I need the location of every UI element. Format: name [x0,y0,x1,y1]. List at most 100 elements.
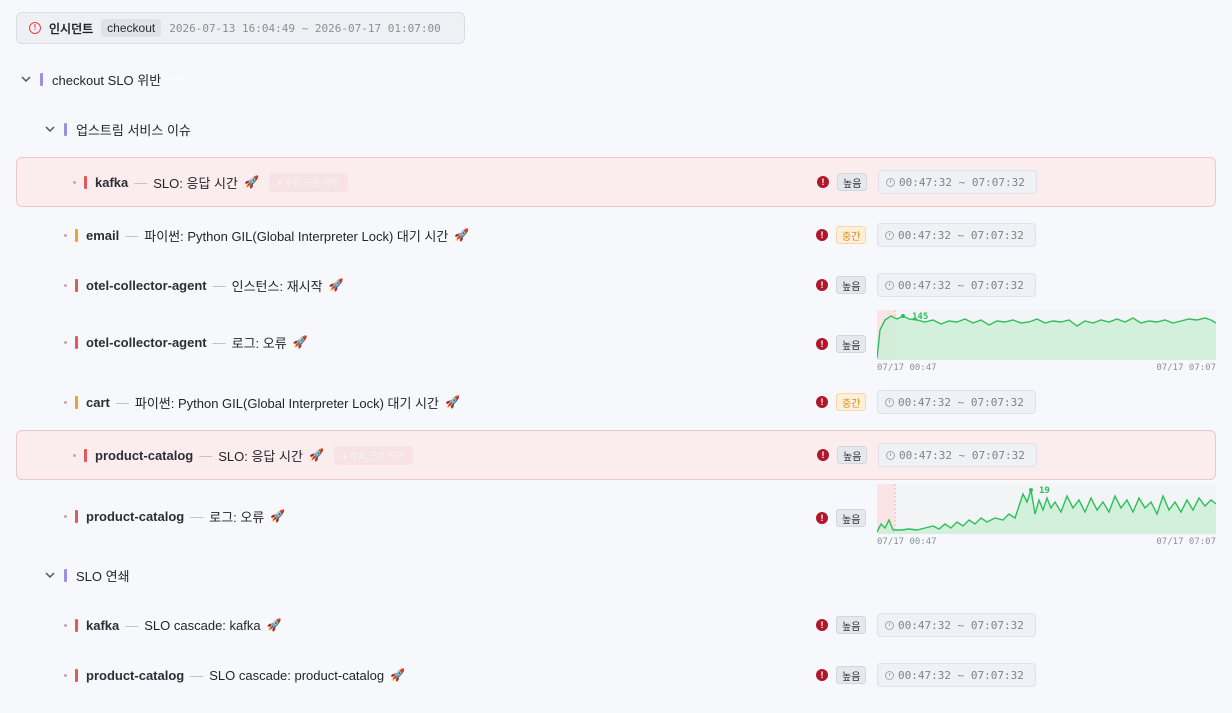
incident-row[interactable]: otel-collector-agent — 인스턴스: 재시작 🚀 ! 높음 … [16,261,1216,309]
signal-description: 파이썬: Python GIL(Global Interpreter Lock)… [144,228,449,244]
clock-icon [885,230,894,240]
incident-header: ! 인시던트 checkout 2026-07-13 16:04:49 ~ 20… [16,12,465,44]
incident-row[interactable]: product-catalog — SLO: 응답 시간 🚀 ● 주요 근본 원… [16,430,1216,480]
time-range-chip[interactable]: 00:47:32 ~ 07:07:32 [877,223,1036,247]
time-range: 00:47:32 ~ 07:07:32 [899,448,1025,462]
clock-icon [885,620,894,630]
group-slo-cascade[interactable]: SLO 연쇄 [44,563,130,587]
row-dot [64,340,67,344]
incident-row[interactable]: kafka — SLO: 응답 시간 🚀 ● 주요 근본 원인 ! 높음 00:… [16,157,1216,207]
severity-alert-icon: ! [816,279,828,291]
incident-title: 인시던트 [49,21,94,36]
time-range-chip[interactable]: 00:47:32 ~ 07:07:32 [877,390,1036,414]
rocket-icon[interactable]: 🚀 [390,668,405,682]
rocket-icon[interactable]: 🚀 [293,335,308,349]
severity-alert-icon: ! [816,229,828,241]
sparkline-peak-point [901,314,905,318]
status-bar [84,448,87,462]
incident-row[interactable]: product-catalog — SLO cascade: product-c… [16,651,1216,699]
service-name[interactable]: kafka [86,618,119,633]
row-dot [73,180,76,184]
signal-description: SLO: 응답 시간 [153,175,238,191]
signal-description: 파이썬: Python GIL(Global Interpreter Lock)… [134,395,439,411]
severity-badge: 중간 [836,393,867,411]
separator: — [115,394,129,410]
sparkline-svg: 145 [877,310,1216,360]
time-range: 00:47:32 ~ 07:07:32 [898,395,1024,409]
row-dot [64,283,67,287]
service-tag[interactable]: checkout [101,19,162,37]
service-name[interactable]: kafka [95,175,128,190]
service-name[interactable]: product-catalog [86,668,184,683]
rocket-icon[interactable]: 🚀 [454,228,469,242]
time-range-chip[interactable]: 00:47:32 ~ 07:07:32 [877,663,1036,687]
rocket-icon[interactable]: 🚀 [270,509,285,523]
severity-alert-icon: ! [817,449,829,461]
severity-alert-icon: ! [816,669,828,681]
status-bar [75,668,78,682]
separator: — [212,334,226,350]
status-bar [84,175,87,189]
incident-row[interactable]: cart — 파이썬: Python GIL(Global Interprete… [16,378,1216,426]
severity-alert-icon: ! [816,338,828,350]
rocket-icon[interactable]: 🚀 [309,448,324,462]
separator: — [212,277,226,293]
service-name[interactable]: otel-collector-agent [86,335,207,350]
incident-row[interactable]: kafka — SLO cascade: kafka 🚀 ! 높음 00:47:… [16,601,1216,649]
service-name[interactable]: product-catalog [95,448,193,463]
service-name[interactable]: cart [86,395,110,410]
service-name[interactable]: product-catalog [86,509,184,524]
signal-description: 로그: 오류 [231,335,287,351]
time-range-chip[interactable]: 00:47:32 ~ 07:07:32 [877,613,1036,637]
status-bar [75,278,78,292]
signal-description: SLO: 응답 시간 [218,448,303,464]
time-range: 00:47:32 ~ 07:07:32 [898,668,1024,682]
group-title: 업스트림 서비스 이슈 [76,122,191,138]
sparkline-peak-label: 19 [1039,486,1050,496]
service-name[interactable]: email [86,228,119,243]
sparkline-peak-label: 145 [912,312,928,322]
service-name[interactable]: otel-collector-agent [86,278,207,293]
alert-circle-icon: ! [29,22,41,34]
rocket-icon[interactable]: 🚀 [267,618,282,632]
chevron-down-icon[interactable] [20,73,32,85]
severity-badge: 높음 [836,666,867,684]
root-cause-badge: ● 주요 근본 원인 [333,445,413,465]
rocket-icon[interactable]: 🚀 [329,278,344,292]
severity-alert-icon: ! [816,512,828,524]
incident-row[interactable]: email — 파이썬: Python GIL(Global Interpret… [16,211,1216,259]
incident-row[interactable]: otel-collector-agent — 로그: 오류 🚀 ! 높음 145… [16,308,1216,376]
time-range-chip[interactable]: 00:47:32 ~ 07:07:32 [877,273,1036,297]
sparkline-axis: 07/17 00:47 07/17 07:07 [877,537,1216,547]
separator: — [125,227,139,243]
group-title: checkout SLO 위반 [52,72,162,88]
severity-badge: 높음 [837,173,868,191]
severity-alert-icon: ! [817,176,829,188]
axis-end-label: 07/17 07:07 [1156,363,1216,373]
sparkline-svg: 19 [877,484,1216,534]
sparkline-chart[interactable]: 19 07/17 00:47 07/17 07:07 [877,484,1216,547]
severity-badge: 높음 [836,276,867,294]
group-checkout-slo[interactable]: checkout SLO 위반 [20,67,184,91]
group-marker [40,72,43,86]
rocket-icon[interactable]: 🚀 [244,175,259,189]
axis-start-label: 07/17 00:47 [877,537,937,547]
time-range-chip[interactable]: 00:47:32 ~ 07:07:32 [878,443,1037,467]
separator: — [125,617,139,633]
status-bar [75,618,78,632]
incident-row[interactable]: product-catalog — 로그: 오류 🚀 ! 높음 19 07/17… [16,482,1216,550]
severity-badge: 높음 [836,509,867,527]
rocket-icon[interactable]: 🚀 [445,395,460,409]
chevron-down-icon[interactable] [44,123,56,135]
severity-badge: 높음 [837,446,868,464]
signal-description: SLO cascade: product-catalog [209,667,385,683]
group-upstream-issues[interactable]: 업스트림 서비스 이슈 [44,117,191,141]
chevron-down-icon[interactable] [44,569,56,581]
severity-badge: 높음 [836,616,867,634]
sparkline-chart[interactable]: 145 07/17 00:47 07/17 07:07 [877,310,1216,373]
axis-start-label: 07/17 00:47 [877,363,937,373]
separator: — [190,508,204,524]
group-marker [64,568,67,582]
time-range-chip[interactable]: 00:47:32 ~ 07:07:32 [878,170,1037,194]
group-title: SLO 연쇄 [76,568,130,584]
